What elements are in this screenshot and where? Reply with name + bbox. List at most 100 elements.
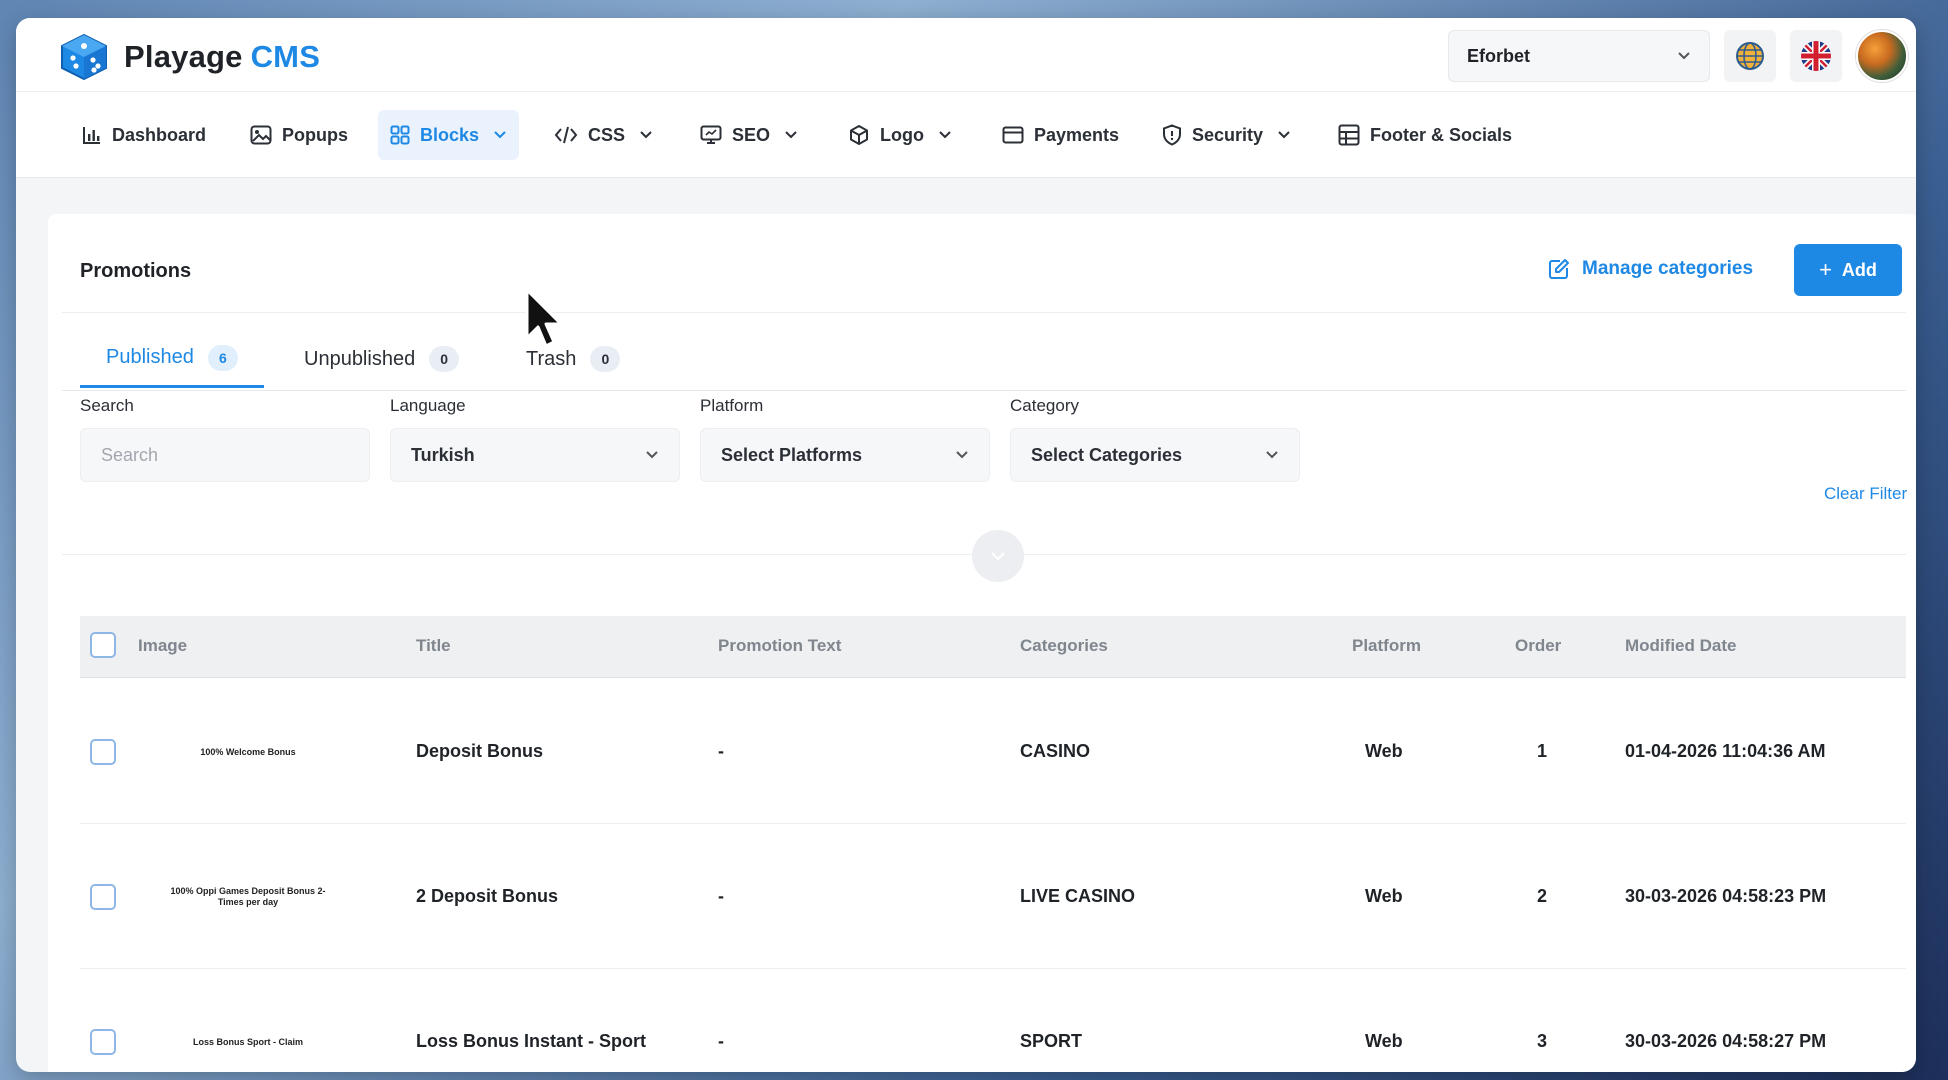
col-title: Title [416,636,451,655]
row-category: LIVE CASINO [1020,886,1136,906]
language-select[interactable]: Turkish [390,428,680,482]
manage-categories-label: Manage categories [1582,258,1754,279]
credit-card-icon [1002,126,1024,144]
promo-image: 100% Oppi Games Deposit Bonus 2-Times pe… [170,886,326,907]
nav-footer-socials[interactable]: Footer & Socials [1326,110,1524,160]
site-select[interactable]: Eforbet [1448,30,1710,82]
nav-security-label: Security [1192,124,1264,145]
add-button[interactable]: + Add [1794,244,1902,296]
nav-popups[interactable]: Popups [238,110,360,160]
uk-flag-icon [1801,41,1831,71]
category-label: Category [1010,396,1079,415]
platform-value: Select Platforms [721,444,863,465]
user-avatar[interactable] [1856,30,1908,82]
app-window: Playage CMS Eforbet Dashboard Popups Blo… [16,18,1916,1072]
tab-unpublished-count: 0 [429,346,460,372]
nav-popups-label: Popups [282,124,348,145]
shield-icon [1163,124,1181,146]
tab-unpublished[interactable]: Unpublished 0 [278,330,485,388]
row-order: 3 [1537,1031,1548,1051]
col-modified-date: Modified Date [1625,636,1737,655]
category-select[interactable]: Select Categories [1010,428,1300,482]
chevron-down-icon [494,131,506,139]
dice-logo-icon [61,33,107,81]
logo[interactable]: Playage CMS [56,32,320,82]
nav-css-label: CSS [588,124,626,145]
row-title: Loss Bonus Instant - Sport [416,1031,647,1051]
row-checkbox[interactable] [90,739,116,765]
tab-unpublished-label: Unpublished [304,347,416,370]
page-title: Promotions [80,260,192,282]
language-value: Turkish [411,444,475,465]
chevron-down-icon [646,451,658,459]
select-all-checkbox[interactable] [90,632,116,658]
row-checkbox[interactable] [90,1029,116,1055]
language-label: Language [390,396,466,415]
tab-trash-count: 0 [590,346,621,372]
site-select-value: Eforbet [1467,45,1530,66]
nav-logo[interactable]: Logo [836,110,964,160]
row-order: 2 [1537,886,1548,906]
globe-icon [1736,42,1764,70]
main-nav: Dashboard Popups Blocks CSS SEO Logo Pay… [16,92,1916,178]
row-platform: Web [1365,886,1403,906]
globe-button[interactable] [1724,30,1776,82]
tab-published-count: 6 [207,344,238,371]
edit-icon [1549,259,1569,279]
nav-seo-label: SEO [732,124,771,145]
tabs-divider [62,390,1906,391]
tab-published-label: Published [106,346,194,368]
row-title: Deposit Bonus [416,741,544,761]
grid-icon [390,125,410,145]
language-button[interactable] [1790,30,1842,82]
nav-security[interactable]: Security [1150,110,1303,160]
row-promo-text: - [718,886,724,906]
layout-icon [1338,124,1360,146]
table-row[interactable]: 100% Oppi Games Deposit Bonus 2-Times pe… [80,824,1906,969]
col-image: Image [138,636,188,655]
row-modified: 01-04-2026 11:04:36 AM [1625,741,1826,761]
code-icon [554,126,578,144]
search-input[interactable]: Search [80,428,370,482]
nav-seo[interactable]: SEO [688,110,810,160]
row-order: 1 [1537,741,1548,761]
table-header: Image Title Promotion Text Categories Pl… [80,616,1906,678]
nav-logo-label: Logo [880,124,924,145]
col-platform: Platform [1352,636,1421,655]
tab-published[interactable]: Published 6 [80,330,264,388]
chevron-down-icon [1266,451,1278,459]
nav-blocks[interactable]: Blocks [378,110,520,160]
nav-payments-label: Payments [1034,124,1120,145]
row-modified: 30-03-2026 04:58:23 PM [1625,886,1827,906]
row-modified: 30-03-2026 04:58:27 PM [1625,1031,1827,1051]
category-value: Select Categories [1031,444,1183,465]
platform-select[interactable]: Select Platforms [700,428,990,482]
nav-payments[interactable]: Payments [990,110,1131,160]
mouse-cursor-icon [525,288,563,348]
manage-categories-link[interactable]: Manage categories [1548,258,1753,280]
divider [62,312,1906,313]
chevron-down-icon [785,131,797,139]
image-icon [250,125,272,145]
expand-filters-button[interactable] [972,530,1024,582]
tab-trash[interactable]: Trash 0 [500,330,646,388]
nav-footer-socials-label: Footer & Socials [1370,124,1513,145]
brand-name: Playage [124,39,243,74]
row-category: CASINO [1020,741,1091,761]
cube-icon [850,125,868,145]
col-order: Order [1515,636,1562,655]
nav-blocks-label: Blocks [420,124,480,145]
col-promotion-text: Promotion Text [718,636,842,655]
nav-css[interactable]: CSS [542,110,665,160]
tab-trash-label: Trash [526,347,577,370]
table-row[interactable]: 100% Welcome Bonus Deposit Bonus - CASIN… [80,679,1906,824]
search-label: Search [80,396,134,415]
table-row[interactable]: Loss Bonus Sport - Claim Loss Bonus Inst… [80,969,1906,1072]
clear-filter-link[interactable]: Clear Filter [1824,484,1907,504]
row-promo-text: - [718,741,724,761]
row-checkbox[interactable] [90,884,116,910]
chevron-down-icon [991,552,1005,561]
product-name: CMS [250,39,321,74]
nav-dashboard[interactable]: Dashboard [70,110,218,160]
promo-image: 100% Welcome Bonus [200,746,296,757]
